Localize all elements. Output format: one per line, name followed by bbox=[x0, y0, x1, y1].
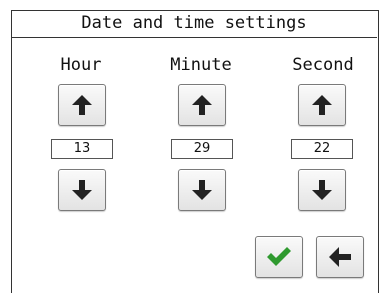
arrow-up-icon bbox=[192, 95, 212, 115]
second-decrement-button[interactable] bbox=[298, 169, 346, 211]
page-title: Date and time settings bbox=[11, 10, 377, 38]
hour-label: Hour bbox=[60, 55, 102, 75]
minute-increment-button[interactable] bbox=[178, 84, 226, 126]
back-button[interactable] bbox=[316, 236, 364, 278]
arrow-down-icon bbox=[192, 180, 212, 200]
second-value-field[interactable]: 22 bbox=[291, 139, 353, 159]
arrow-down-icon bbox=[72, 180, 92, 200]
arrow-down-icon bbox=[312, 180, 332, 200]
arrow-left-icon bbox=[329, 247, 351, 267]
minute-label: Minute bbox=[170, 55, 232, 75]
hour-value-field[interactable]: 13 bbox=[51, 139, 113, 159]
minute-decrement-button[interactable] bbox=[178, 169, 226, 211]
hour-increment-button[interactable] bbox=[58, 84, 106, 126]
second-label: Second bbox=[292, 55, 354, 75]
minute-value-field[interactable]: 29 bbox=[171, 139, 233, 159]
second-increment-button[interactable] bbox=[298, 84, 346, 126]
hour-decrement-button[interactable] bbox=[58, 169, 106, 211]
checkmark-icon bbox=[267, 247, 291, 266]
arrow-up-icon bbox=[72, 95, 92, 115]
confirm-button[interactable] bbox=[255, 236, 303, 278]
arrow-up-icon bbox=[312, 95, 332, 115]
